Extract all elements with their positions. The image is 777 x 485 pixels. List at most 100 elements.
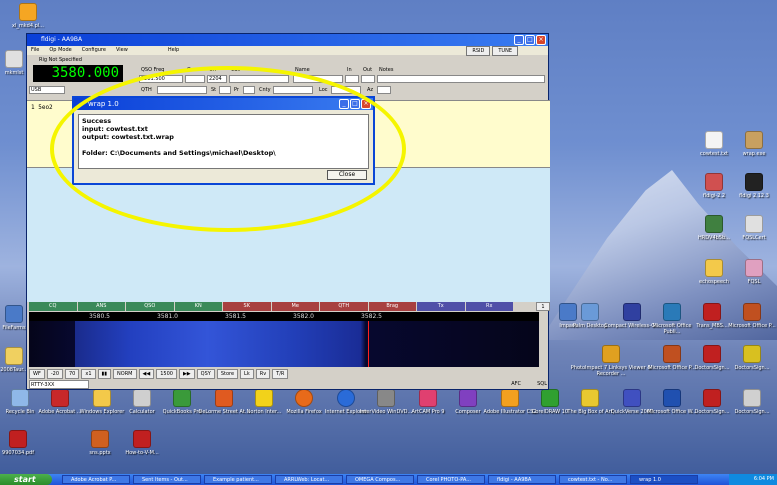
audio-freq-field[interactable]: 1500 <box>156 369 177 379</box>
forward-icon[interactable]: ▶▶ <box>178 369 195 379</box>
az-field[interactable] <box>377 86 391 94</box>
store-button[interactable]: Store <box>216 369 239 379</box>
range-field[interactable]: 70 <box>65 369 80 379</box>
menu-configure[interactable]: Configure <box>82 46 106 55</box>
desktop-icon[interactable]: fldigi 2.12.3 <box>726 173 777 199</box>
taskbar-item[interactable]: fldigi - AA9BA <box>488 475 556 484</box>
menu-help[interactable]: Help <box>168 46 179 55</box>
level-field[interactable]: -20 <box>46 369 63 379</box>
in-field[interactable] <box>345 75 359 83</box>
browser-icon <box>337 389 355 407</box>
macro-kn-button[interactable]: KN <box>174 302 222 311</box>
lock-button[interactable]: Lk <box>240 369 254 379</box>
maximize-icon[interactable]: □ <box>525 35 535 45</box>
loc-field[interactable] <box>331 86 361 94</box>
rx-text: 1 5eo2 <box>31 104 53 111</box>
macro-ans-button[interactable]: ANS <box>77 302 125 311</box>
dialog-minimize-icon[interactable]: _ <box>339 99 349 109</box>
desktop-icon[interactable]: 9907034.pdf <box>0 430 46 456</box>
pause-icon[interactable]: ▮▮ <box>97 369 112 379</box>
desktop-icon[interactable]: FQSLCert <box>726 215 777 241</box>
wf-button[interactable]: WF <box>29 369 45 379</box>
macro-sk-button[interactable]: SK <box>223 302 271 311</box>
taskbar-item[interactable]: Corel PHOTO-PA... <box>417 475 485 484</box>
taskbar-item[interactable]: ARRLWeb: Locat... <box>275 475 343 484</box>
st-label: St <box>211 87 217 93</box>
window-title: fldigi - AA9BA <box>41 36 83 43</box>
fldigi-window: fldigi - AA9BA _ □ × File Op Mode Config… <box>26 33 550 390</box>
cnty-field[interactable] <box>273 86 313 94</box>
afc-toggle[interactable]: AFC <box>511 380 521 389</box>
qsy-button[interactable]: QSY <box>196 369 215 379</box>
loc-label: Loc <box>319 87 328 93</box>
desktop-icon[interactable]: wrap.exe <box>726 131 777 157</box>
rewind-icon[interactable]: ◀◀ <box>138 369 155 379</box>
firefox-icon <box>295 389 313 407</box>
taskbar-item[interactable]: Sent Items - Out... <box>133 475 201 484</box>
desktop-icon[interactable]: DoctorsSign... <box>724 389 777 415</box>
taskbar-item[interactable]: Example patient... <box>204 475 272 484</box>
macro-tx-button[interactable]: Tx <box>417 302 465 311</box>
out-field[interactable] <box>361 75 375 83</box>
menu-file[interactable]: File <box>31 46 39 55</box>
frequency-display[interactable]: 3580.000 <box>33 65 123 82</box>
scale-tick: 3582.0 <box>293 313 314 320</box>
tr-button[interactable]: T/R <box>272 369 289 379</box>
qso-freq-field[interactable]: 3581.500 <box>139 75 183 83</box>
on-field[interactable] <box>185 75 205 83</box>
zoom-button[interactable]: x1 <box>81 369 96 379</box>
message-line: Success <box>82 117 112 125</box>
taskbar-item[interactable]: OMEGA Compos... <box>346 475 414 484</box>
message-line <box>82 141 365 149</box>
macro-qso-button[interactable]: QSO <box>126 302 174 311</box>
taskbar-item-active[interactable]: wrap 1.0 <box>630 475 698 484</box>
pdf-icon <box>9 430 27 448</box>
waterfall-display[interactable] <box>29 321 539 367</box>
name-field[interactable] <box>293 75 343 83</box>
desktop-icon[interactable]: Microsoft Office P... <box>724 303 777 329</box>
sql-toggle[interactable]: SQL <box>537 380 547 389</box>
macro-me-button[interactable]: Me <box>271 302 319 311</box>
file-icon <box>5 50 23 68</box>
dialog-message: Success input: cowtest.txt output: cowte… <box>78 114 369 169</box>
off-field[interactable]: 2204 <box>207 75 227 83</box>
qth-field[interactable] <box>157 86 207 94</box>
publisher-icon <box>663 303 681 321</box>
macro-page-button[interactable]: 1 <box>536 302 550 311</box>
reverse-button[interactable]: Rv <box>255 369 271 379</box>
calculator-icon <box>133 389 151 407</box>
dialog-maximize-icon[interactable]: □ <box>350 99 360 109</box>
taskbar-item[interactable]: cowtest.txt - No... <box>559 475 627 484</box>
menu-op-mode[interactable]: Op Mode <box>49 46 71 55</box>
pr-field[interactable] <box>243 86 255 94</box>
menu-view[interactable]: View <box>116 46 128 55</box>
status-mode: RTTY-3XX <box>29 380 89 389</box>
message-line: Folder: C:\Documents and Settings\michae… <box>82 149 276 157</box>
notes-field[interactable] <box>377 75 545 83</box>
start-button[interactable]: start <box>0 474 52 485</box>
window-titlebar[interactable]: fldigi - AA9BA _ □ × <box>27 34 548 46</box>
taskbar-item[interactable]: Adobe Acrobat P... <box>62 475 130 484</box>
macro-cq-button[interactable]: CQ <box>29 302 77 311</box>
macro-brag-button[interactable]: Brag <box>368 302 416 311</box>
macro-rx-button[interactable]: Rx <box>465 302 513 311</box>
st-field[interactable] <box>219 86 231 94</box>
call-field[interactable] <box>229 75 289 83</box>
close-icon[interactable]: × <box>536 35 546 45</box>
file-icon <box>5 347 23 365</box>
clock[interactable]: 6:04 PM <box>754 476 774 482</box>
folder-icon <box>705 259 723 277</box>
desktop-icon[interactable]: FQSL <box>726 259 777 285</box>
desktop-icon[interactable]: xl_mkd4.pl... <box>0 3 56 29</box>
desktop-icon[interactable]: How-to-V-M... <box>114 430 170 456</box>
macro-qth-button[interactable]: QTH <box>320 302 368 311</box>
mode-select[interactable]: USB <box>29 86 65 94</box>
dialog-titlebar[interactable]: wrap 1.0 _ □ × <box>74 98 373 110</box>
transmit-pane[interactable] <box>27 167 550 302</box>
speed-button[interactable]: NORM <box>113 369 137 379</box>
minimize-icon[interactable]: _ <box>514 35 524 45</box>
desktop-icon[interactable]: DoctorsSign... <box>724 345 777 371</box>
dialog-close-icon[interactable]: × <box>361 99 371 109</box>
folder-icon <box>93 389 111 407</box>
close-button[interactable]: Close <box>327 170 367 180</box>
